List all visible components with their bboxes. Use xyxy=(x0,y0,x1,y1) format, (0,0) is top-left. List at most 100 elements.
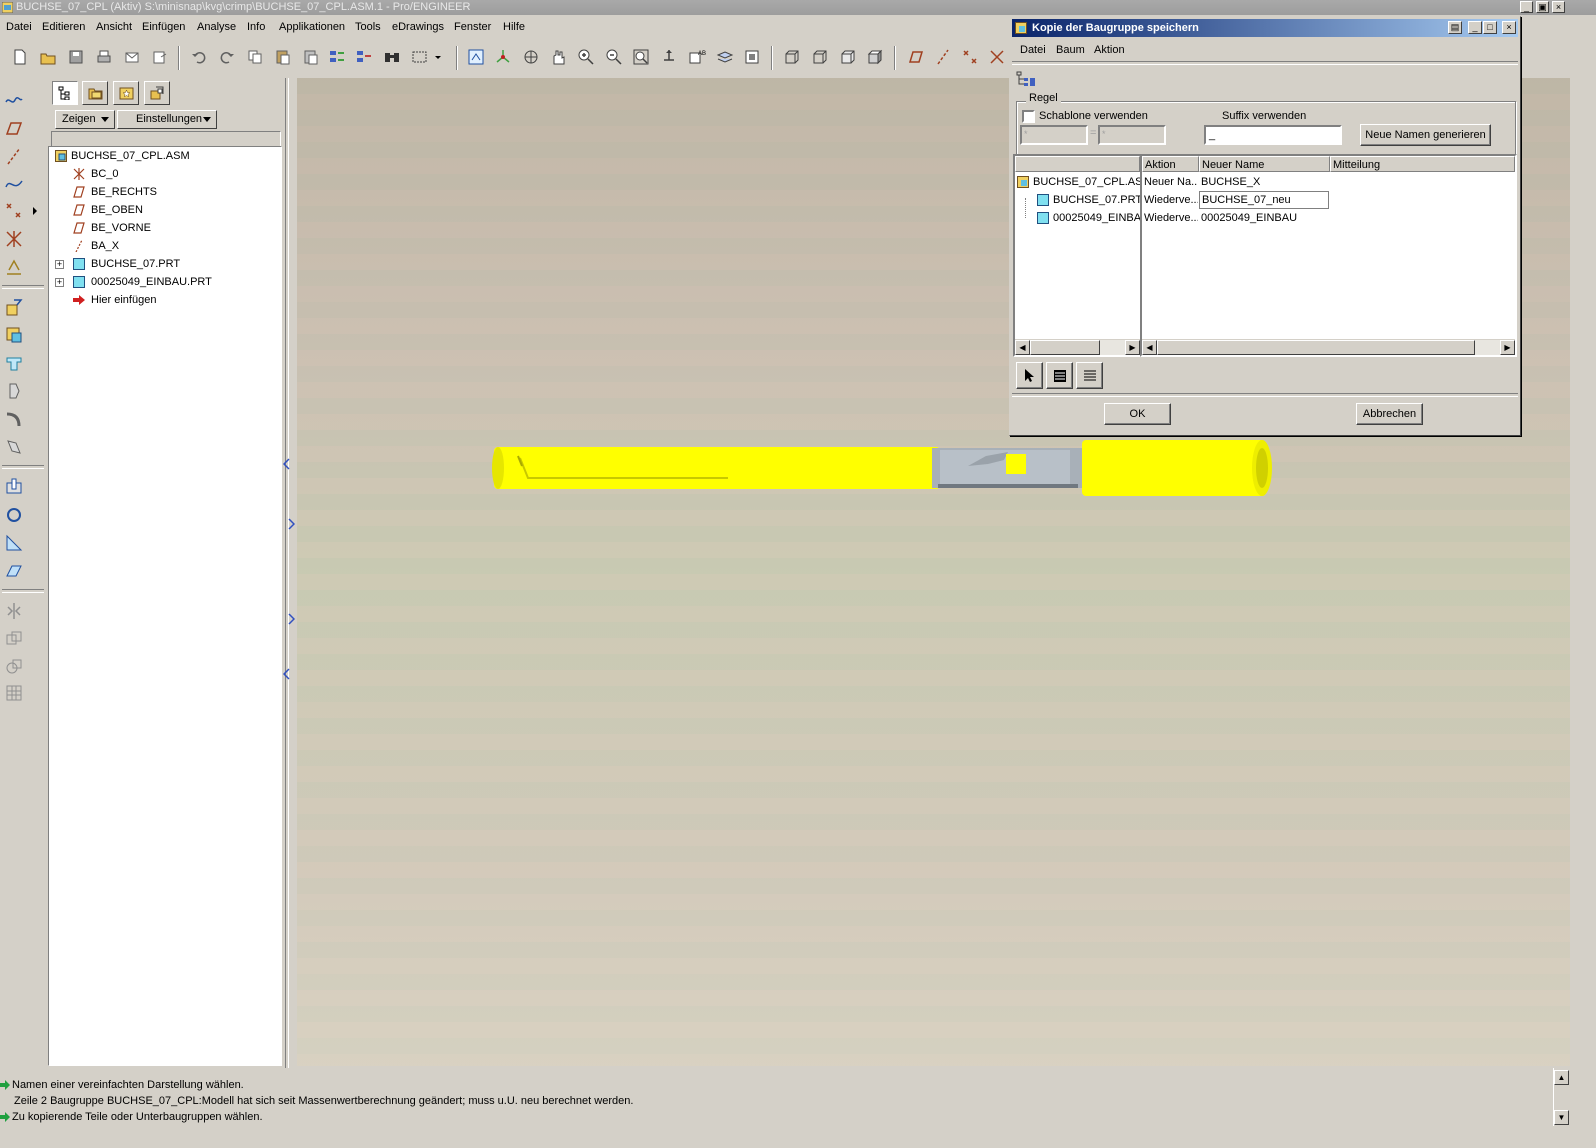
regenerate-icon[interactable] xyxy=(328,48,346,66)
select-box-icon[interactable] xyxy=(411,48,429,66)
chevron-right-icon[interactable] xyxy=(287,613,295,625)
tab-favorites[interactable] xyxy=(113,81,139,105)
draft-icon[interactable] xyxy=(4,561,24,581)
coordinate-systems-icon[interactable] xyxy=(988,48,1006,66)
dialog-menu-datei[interactable]: Datei xyxy=(1020,44,1046,56)
chevron-down-icon[interactable] xyxy=(433,48,443,66)
trim-icon[interactable] xyxy=(4,657,24,677)
template-checkbox[interactable] xyxy=(1022,110,1035,123)
point-icon[interactable] xyxy=(4,201,24,221)
scroll-down-icon[interactable]: ▼ xyxy=(1554,1110,1569,1125)
menu-datei[interactable]: Datei xyxy=(6,21,32,33)
shell-icon[interactable] xyxy=(4,505,24,525)
dialog-tree-row-part-1[interactable]: BUCHSE_07.PRT xyxy=(1017,191,1140,209)
refit-icon[interactable] xyxy=(632,48,650,66)
merge-icon[interactable] xyxy=(4,629,24,649)
select-mode-button[interactable] xyxy=(1016,362,1043,389)
settings-dropdown[interactable]: Einstellungen xyxy=(117,110,217,129)
pan-hand-icon[interactable] xyxy=(549,48,567,66)
menu-tools[interactable]: Tools xyxy=(355,21,381,33)
scroll-thumb[interactable] xyxy=(1030,340,1100,355)
export-icon[interactable] xyxy=(151,48,169,66)
message-scrollbar[interactable]: ▲ ▼ xyxy=(1553,1068,1570,1126)
datum-points-icon[interactable] xyxy=(961,48,979,66)
undo-icon[interactable] xyxy=(190,48,208,66)
curve-icon[interactable] xyxy=(4,173,24,193)
scroll-right-icon[interactable]: ▶ xyxy=(1500,340,1515,355)
panel-splitter[interactable] xyxy=(283,78,295,1068)
reorient-icon[interactable] xyxy=(660,48,678,66)
revolve-icon[interactable] xyxy=(4,381,24,401)
print-icon[interactable] xyxy=(95,48,113,66)
expand-plus-icon[interactable]: + xyxy=(55,278,64,287)
extrude-icon[interactable] xyxy=(4,353,24,373)
expand-plus-icon[interactable]: + xyxy=(55,260,64,269)
dialog-minimize-button[interactable]: _ xyxy=(1468,21,1482,34)
scroll-thumb[interactable] xyxy=(1157,340,1475,355)
analysis-feature-icon[interactable] xyxy=(4,257,24,277)
scroll-left-icon[interactable]: ◀ xyxy=(1015,340,1030,355)
assemble-component-icon[interactable] xyxy=(4,297,24,317)
scroll-right-icon[interactable]: ▶ xyxy=(1125,340,1140,355)
save-icon[interactable] xyxy=(67,48,85,66)
plane-icon[interactable] xyxy=(4,118,24,138)
saved-views-icon[interactable]: AB xyxy=(688,48,706,66)
layers-icon[interactable] xyxy=(716,48,734,66)
menu-info[interactable]: Info xyxy=(247,21,265,33)
zoom-in-icon[interactable] xyxy=(577,48,595,66)
axis-icon[interactable] xyxy=(4,146,24,166)
deselect-all-button[interactable] xyxy=(1076,362,1103,389)
row-action-cell[interactable]: Wiederve... xyxy=(1144,209,1198,227)
tab-model-tree[interactable] xyxy=(52,81,78,105)
menu-analyse[interactable]: Analyse xyxy=(197,21,236,33)
column-header-message[interactable]: Mitteilung xyxy=(1330,156,1515,172)
mirror-icon[interactable] xyxy=(4,601,24,621)
restore-button[interactable]: ▣ xyxy=(1536,1,1549,13)
row-new-name-cell[interactable]: 00025049_EINBAU xyxy=(1201,209,1329,227)
chevron-right-icon[interactable] xyxy=(287,518,295,530)
sketch-icon[interactable] xyxy=(4,90,24,110)
view-manager-icon[interactable] xyxy=(743,48,761,66)
table-pane-scrollbar[interactable]: ◀ ▶ xyxy=(1142,339,1515,355)
new-file-icon[interactable] xyxy=(11,48,29,66)
model-3d[interactable] xyxy=(490,436,1276,496)
template-to-field[interactable]: * xyxy=(1098,125,1166,145)
dialog-menu-aktion[interactable]: Aktion xyxy=(1094,44,1125,56)
menu-hilfe[interactable]: Hilfe xyxy=(503,21,525,33)
paste-icon[interactable] xyxy=(274,48,292,66)
wireframe-icon[interactable] xyxy=(783,48,801,66)
menu-applikationen[interactable]: Applikationen xyxy=(279,21,345,33)
orient-mode-icon[interactable] xyxy=(522,48,540,66)
tree-pane-scrollbar[interactable]: ◀ ▶ xyxy=(1015,339,1140,355)
select-all-button[interactable] xyxy=(1046,362,1073,389)
rib-icon[interactable] xyxy=(4,533,24,553)
column-header-action[interactable]: Aktion xyxy=(1142,156,1199,172)
scroll-left-icon[interactable]: ◀ xyxy=(1142,340,1157,355)
suffix-input[interactable]: _ xyxy=(1204,125,1342,145)
chevron-left-icon[interactable] xyxy=(283,458,291,470)
send-mail-icon[interactable] xyxy=(123,48,141,66)
create-component-icon[interactable] xyxy=(4,325,24,345)
dialog-tree-row-assembly[interactable]: BUCHSE_07_CPL.AS xyxy=(1017,173,1140,191)
menu-editieren[interactable]: Editieren xyxy=(42,21,85,33)
tab-folder-browser[interactable] xyxy=(82,81,108,105)
menu-einfuegen[interactable]: Einfügen xyxy=(142,21,185,33)
ok-button[interactable]: OK xyxy=(1104,403,1171,425)
copy-icon[interactable] xyxy=(246,48,264,66)
row-action-cell[interactable]: Neuer Na... xyxy=(1144,173,1198,191)
zoom-out-icon[interactable] xyxy=(605,48,623,66)
scroll-up-icon[interactable]: ▲ xyxy=(1554,1070,1569,1085)
close-button[interactable]: × xyxy=(1552,1,1565,13)
dialog-maximize-button[interactable]: □ xyxy=(1483,21,1497,34)
template-from-field[interactable]: * xyxy=(1020,125,1088,145)
csys-icon[interactable] xyxy=(4,229,24,249)
chevron-left-icon[interactable] xyxy=(283,668,291,680)
redo-icon[interactable] xyxy=(218,48,236,66)
open-folder-icon[interactable] xyxy=(39,48,57,66)
paste-special-icon[interactable] xyxy=(302,48,320,66)
chevron-right-icon[interactable] xyxy=(32,206,38,216)
pattern-icon[interactable] xyxy=(4,683,24,703)
sweep-icon[interactable] xyxy=(4,409,24,429)
menu-edrawings[interactable]: eDrawings xyxy=(392,21,444,33)
dialog-close-button[interactable]: × xyxy=(1502,21,1516,34)
